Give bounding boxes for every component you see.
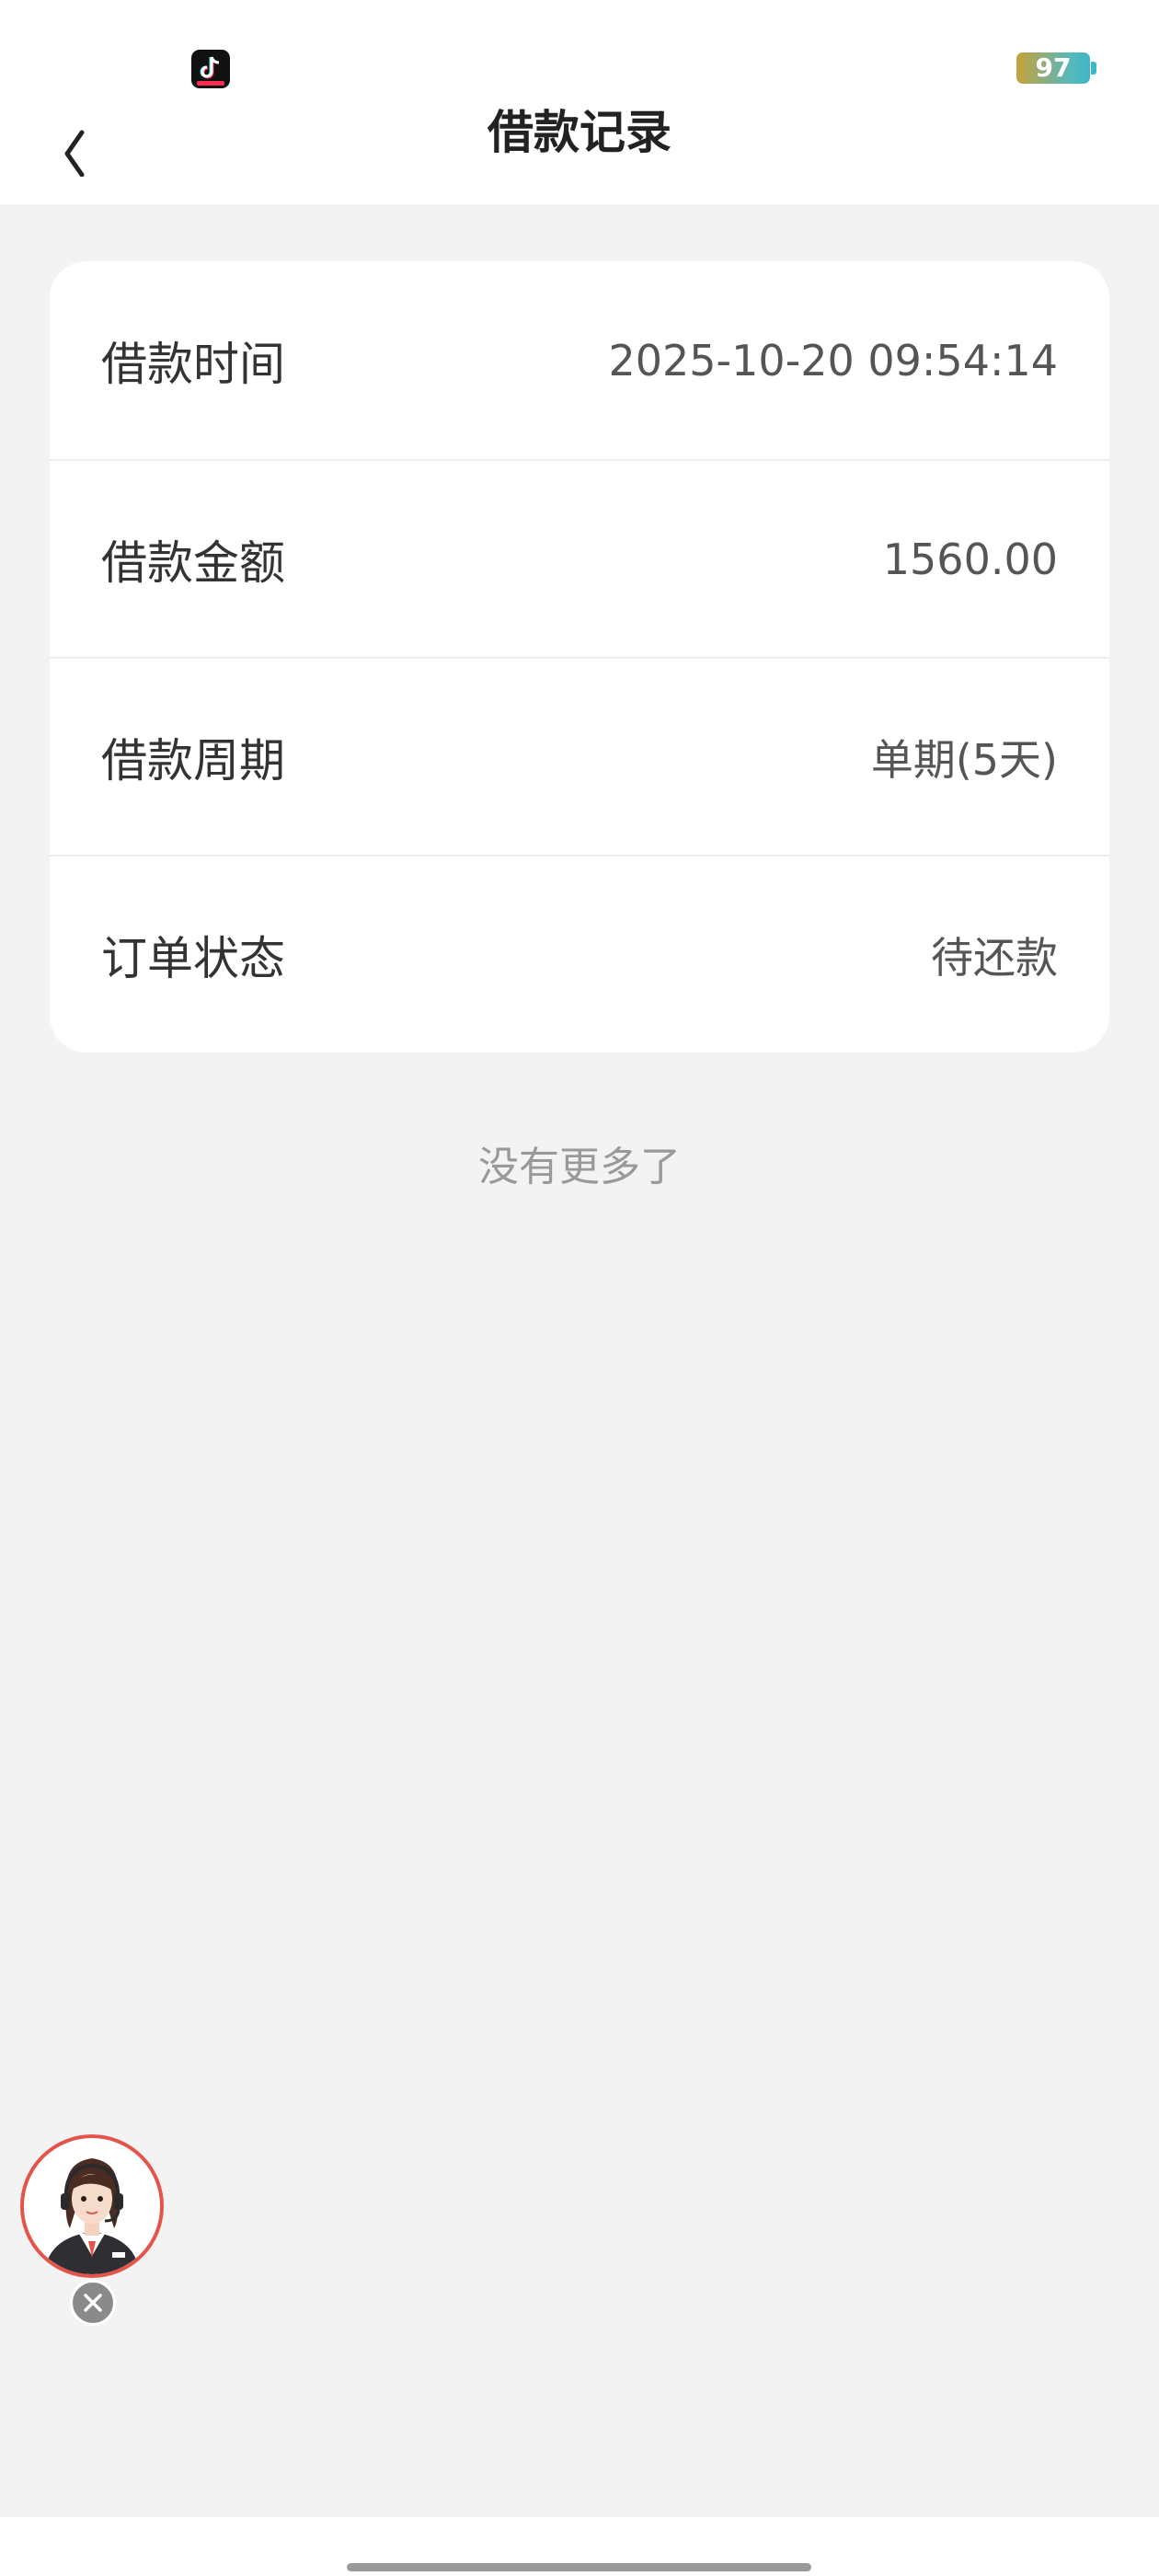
loan-amount-label: 借款金额: [101, 535, 285, 590]
loan-time-row: 借款时间 2025-10-20 09:54:14: [50, 261, 1109, 459]
back-button[interactable]: [51, 112, 106, 178]
order-status-row: 订单状态 待还款: [50, 855, 1109, 1052]
loan-amount-value: 1560.00: [882, 534, 1058, 584]
customer-service-agent-icon: [24, 2138, 160, 2274]
no-more-text: 没有更多了: [478, 1144, 681, 1190]
loan-time-label: 借款时间: [101, 337, 285, 391]
order-status-value: 待还款: [931, 932, 1058, 983]
navigation-bar: 借款记录: [0, 92, 1159, 204]
close-icon[interactable]: [70, 2280, 116, 2326]
battery-indicator: 97: [1016, 52, 1090, 84]
home-indicator[interactable]: [347, 2563, 811, 2571]
loan-amount-row: 借款金额 1560.00: [50, 459, 1109, 657]
battery-tip: [1091, 62, 1096, 75]
chevron-left-icon: [64, 130, 85, 178]
order-status-label: 订单状态: [101, 931, 285, 985]
loan-period-value: 单期(5天): [870, 734, 1058, 785]
loan-record-card[interactable]: 借款时间 2025-10-20 09:54:14 借款金额 1560.00 借款…: [50, 261, 1109, 1052]
loan-time-value: 2025-10-20 09:54:14: [608, 335, 1058, 385]
loan-period-row: 借款周期 单期(5天): [50, 657, 1109, 855]
customer-service-button[interactable]: [20, 2134, 164, 2278]
status-bar: 97: [0, 0, 1159, 92]
tiktok-icon: [191, 50, 230, 88]
loan-period-label: 借款周期: [101, 733, 285, 788]
page-title: 借款记录: [488, 106, 671, 159]
